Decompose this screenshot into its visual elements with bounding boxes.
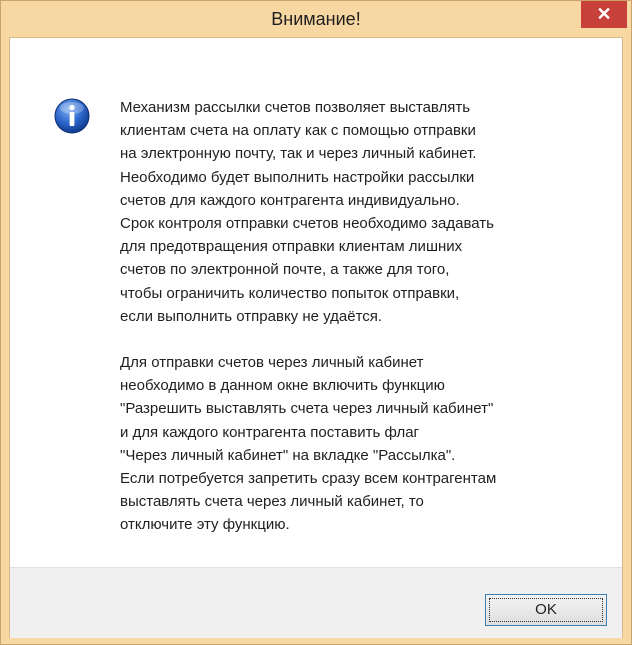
message-line: для предотвращения отправки клиентам лиш…: [120, 238, 463, 256]
message-line: выставлять счета через личный кабинет, т…: [120, 493, 424, 511]
info-icon: [54, 98, 90, 134]
message-line: если выполнить отправку не удаётся.: [120, 307, 383, 325]
message-line: чтобы ограничить количество попыток отпр…: [120, 284, 460, 302]
message-line: необходимо в данном окне включить функци…: [120, 377, 445, 395]
dialog-window: Внимание! ✕ Механизм рассылки счетов поз…: [0, 0, 632, 645]
message-line: Необходимо будет выполнить настройки рас…: [120, 168, 475, 186]
message-line: на электронную почту, так и через личный…: [120, 145, 477, 163]
message-line: счетов для каждого контрагента индивидуа…: [120, 191, 460, 209]
message-line: Для отправки счетов через личный кабинет: [120, 354, 424, 372]
ok-button-label: OK: [535, 601, 557, 618]
message-line: и для каждого контрагента поставить флаг: [120, 423, 420, 441]
close-button[interactable]: ✕: [581, 1, 627, 28]
message-line: клиентам счета на оплату как с помощью о…: [120, 122, 476, 140]
message-line: Механизм рассылки счетов позволяет выста…: [120, 99, 471, 116]
message-paragraph-1: Механизм рассылки счетов позволяет выста…: [120, 96, 600, 328]
message-line: счетов по электронной почте, а также для…: [120, 261, 450, 279]
title-bar[interactable]: Внимание! ✕: [1, 1, 631, 37]
message-text: Механизм рассылки счетов позволяет выста…: [120, 96, 600, 537]
dialog-title: Внимание!: [271, 9, 361, 29]
message-line: Если потребуется запретить сразу всем ко…: [120, 470, 497, 488]
dialog-body: Механизм рассылки счетов позволяет выста…: [9, 37, 623, 638]
message-line: Срок контроля отправки счетов необходимо…: [120, 215, 494, 233]
message-paragraph-2: Для отправки счетов через личный кабинет…: [120, 351, 600, 537]
ok-button[interactable]: OK: [485, 594, 607, 626]
message-line: "Разрешить выставлять счета через личный…: [120, 400, 494, 418]
close-icon: ✕: [596, 4, 612, 24]
message-line: "Через личный кабинет" на вкладке "Рассы…: [120, 446, 456, 464]
button-bar: OK: [10, 567, 622, 638]
message-line: отключите эту функцию.: [120, 516, 290, 534]
